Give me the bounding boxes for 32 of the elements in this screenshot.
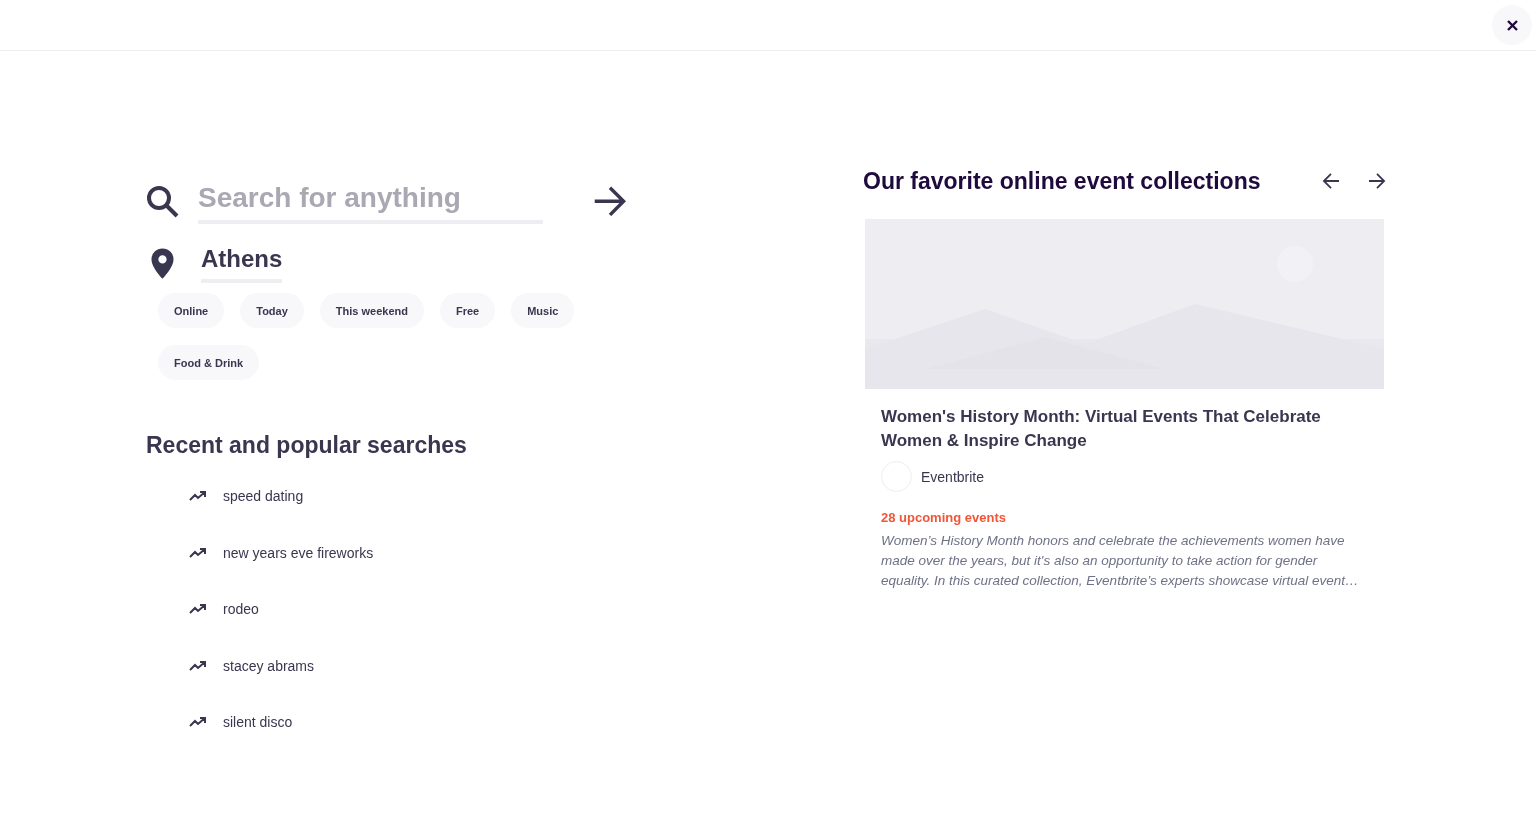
filter-chip[interactable]: Music	[511, 293, 575, 328]
next-button[interactable]	[1368, 173, 1386, 189]
collection-description: Women’s History Month honors and celebrate the achievements women have made over the years, but it's also an opportunity to take action for gender equality. In this curated collection, Eventbrite’s experts showcase virtual event…	[881, 532, 1360, 590]
location-field[interactable]: Athens	[201, 243, 283, 283]
filter-chip[interactable]: Today	[240, 293, 304, 328]
trending-icon	[189, 716, 207, 729]
event-count: 28 upcoming events	[881, 510, 1007, 525]
trending-icon	[189, 490, 207, 503]
search-suggestion[interactable]: new years eve fireworks	[223, 544, 374, 561]
collection-title[interactable]: Women's History Month: Virtual Events That Celebrate Women & Inspire Change	[881, 405, 1368, 453]
search-submit-button[interactable]	[593, 185, 627, 217]
trending-icon	[189, 546, 207, 559]
search-suggestion[interactable]: speed dating	[223, 488, 304, 505]
right-arrow-icon	[593, 185, 627, 217]
search-suggestion[interactable]: stacey abrams	[223, 657, 315, 674]
organizer-name: Eventbrite	[921, 468, 985, 485]
filter-chip[interactable]: Food & Drink	[158, 345, 260, 380]
trending-icon	[189, 659, 207, 672]
close-icon	[1506, 19, 1518, 31]
filter-chip[interactable]: Online	[158, 293, 225, 328]
filter-chip[interactable]: Free	[439, 293, 496, 328]
search-icon	[146, 184, 179, 218]
search-suggestion[interactable]: rodeo	[223, 601, 259, 618]
section-heading: Our favorite online event collections	[863, 167, 1262, 195]
filter-chip[interactable]: This weekend	[319, 293, 424, 328]
right-arrow-icon	[1368, 173, 1386, 189]
left-arrow-icon	[1322, 173, 1340, 189]
section-heading: Recent and popular searches	[146, 432, 468, 459]
close-button[interactable]	[1492, 5, 1532, 45]
search-suggestion[interactable]: silent disco	[223, 714, 293, 731]
trending-icon	[189, 603, 207, 616]
previous-button[interactable]	[1322, 173, 1340, 189]
